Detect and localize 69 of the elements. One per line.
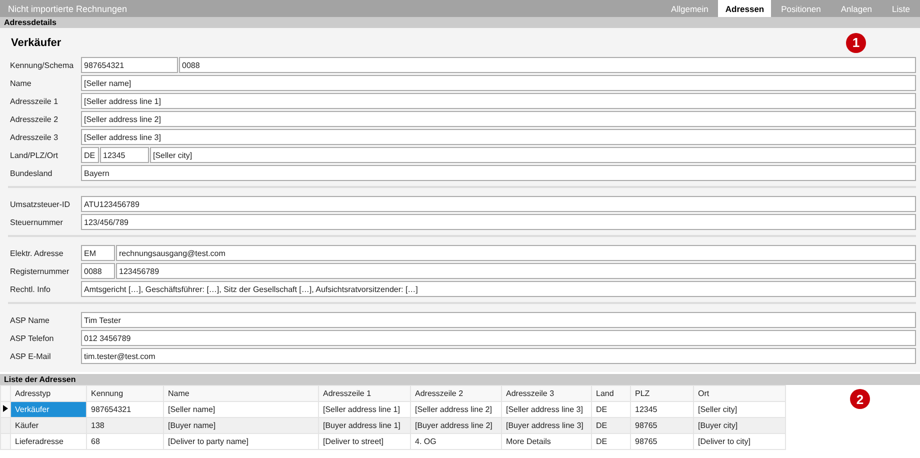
input-field[interactable]: DE <box>81 147 99 163</box>
column-header[interactable]: Name <box>164 386 318 402</box>
table-cell: Käufer <box>10 418 86 434</box>
field-label: ASP Telefon <box>9 334 55 342</box>
input-field[interactable]: 123/456/789 <box>81 214 916 230</box>
table-cell: 4. OG <box>410 434 502 450</box>
field-label: Elektr. Adresse <box>9 248 64 258</box>
input-field[interactable]: [Seller address line 1] <box>81 93 916 109</box>
input-field[interactable]: 0088 <box>179 57 916 73</box>
table-cell: 68 <box>86 434 164 450</box>
input-field[interactable]: 012 3456789 <box>81 330 916 346</box>
input-field[interactable]: rechnungsausgang@test.com <box>116 245 916 261</box>
window-title: Nicht importierte Rechnungen <box>7 4 128 14</box>
row-pointer-icon <box>3 405 8 412</box>
field-label: Name <box>9 78 32 88</box>
input-field[interactable]: EM <box>81 245 115 261</box>
table-cell: Verkäufer <box>10 402 86 418</box>
input-field[interactable]: [Seller name] <box>81 75 916 91</box>
table-cell: 98765 <box>630 434 694 450</box>
input-field[interactable]: Tim Tester <box>81 312 916 328</box>
input-field[interactable]: Amtsgericht […], Geschäftsführer: […], Sitz der Gesellschaft […], Aufsichtsratvorsitzender: […] <box>81 281 916 297</box>
field-label: ASP Name <box>9 316 50 324</box>
input-field[interactable]: tim.tester@test.com <box>81 348 916 364</box>
table-cell: DE <box>592 418 630 434</box>
field-label: Land/PLZ/Ort <box>9 150 60 160</box>
table-cell: DE <box>592 434 630 450</box>
field-label: ASP E-Mail <box>9 352 52 360</box>
callout-badge: 1 <box>846 32 866 52</box>
input-field[interactable]: 123456789 <box>116 263 916 279</box>
table-cell: [Deliver to party name] <box>164 434 318 450</box>
field-label: Bundesland <box>9 168 54 178</box>
input-field[interactable]: 987654321 <box>81 57 178 73</box>
table-cell: [Buyer city] <box>694 418 786 434</box>
column-header[interactable]: PLZ <box>630 386 694 402</box>
table-cell: 98765 <box>630 418 694 434</box>
input-field[interactable]: 12345 <box>100 147 149 163</box>
input-field[interactable]: ATU123456789 <box>81 196 916 212</box>
input-field[interactable]: Bayern <box>81 165 916 181</box>
field-label: Rechtl. Info <box>9 284 52 294</box>
table-cell: Lieferadresse <box>10 434 86 450</box>
table-cell: [Buyer address line 2] <box>410 418 502 434</box>
column-header[interactable]: Kennung <box>86 386 164 402</box>
table-cell: More Details <box>502 434 592 450</box>
table-cell: [Deliver to street] <box>318 434 410 450</box>
field-label: Steuernummer <box>9 218 64 226</box>
input-field[interactable]: [Seller address line 2] <box>81 111 916 127</box>
field-label: Registernummer <box>9 266 70 276</box>
section-heading: Verkäufer <box>10 36 62 48</box>
table-cell: [Buyer address line 1] <box>318 418 410 434</box>
field-label: Umsatzsteuer-ID <box>9 200 72 208</box>
column-header[interactable]: Adresszeile 1 <box>318 386 410 402</box>
column-header[interactable]: Adresszeile 3 <box>502 386 592 402</box>
field-label: Adresszeile 2 <box>9 114 60 124</box>
table-cell: [Buyer address line 3] <box>502 418 592 434</box>
field-label: Adresszeile 3 <box>9 132 60 142</box>
table-cell: [Deliver to city] <box>694 434 786 450</box>
field-label: Kennung/Schema <box>9 60 75 70</box>
callout-badge: 2 <box>850 389 870 409</box>
column-header[interactable]: Adresszeile 2 <box>410 386 502 402</box>
column-header[interactable]: Land <box>592 386 630 402</box>
field-label: Adresszeile 1 <box>9 96 60 106</box>
column-header[interactable]: Adresstyp <box>10 386 86 402</box>
table-cell: [Buyer name] <box>164 418 318 434</box>
input-field[interactable]: [Seller city] <box>150 147 916 163</box>
tab[interactable]: Adressen <box>718 0 772 17</box>
table-cell: 138 <box>86 418 164 434</box>
input-field[interactable]: 0088 <box>81 263 115 279</box>
column-header[interactable]: Ort <box>694 386 786 402</box>
input-field[interactable]: [Seller address line 3] <box>81 129 916 145</box>
